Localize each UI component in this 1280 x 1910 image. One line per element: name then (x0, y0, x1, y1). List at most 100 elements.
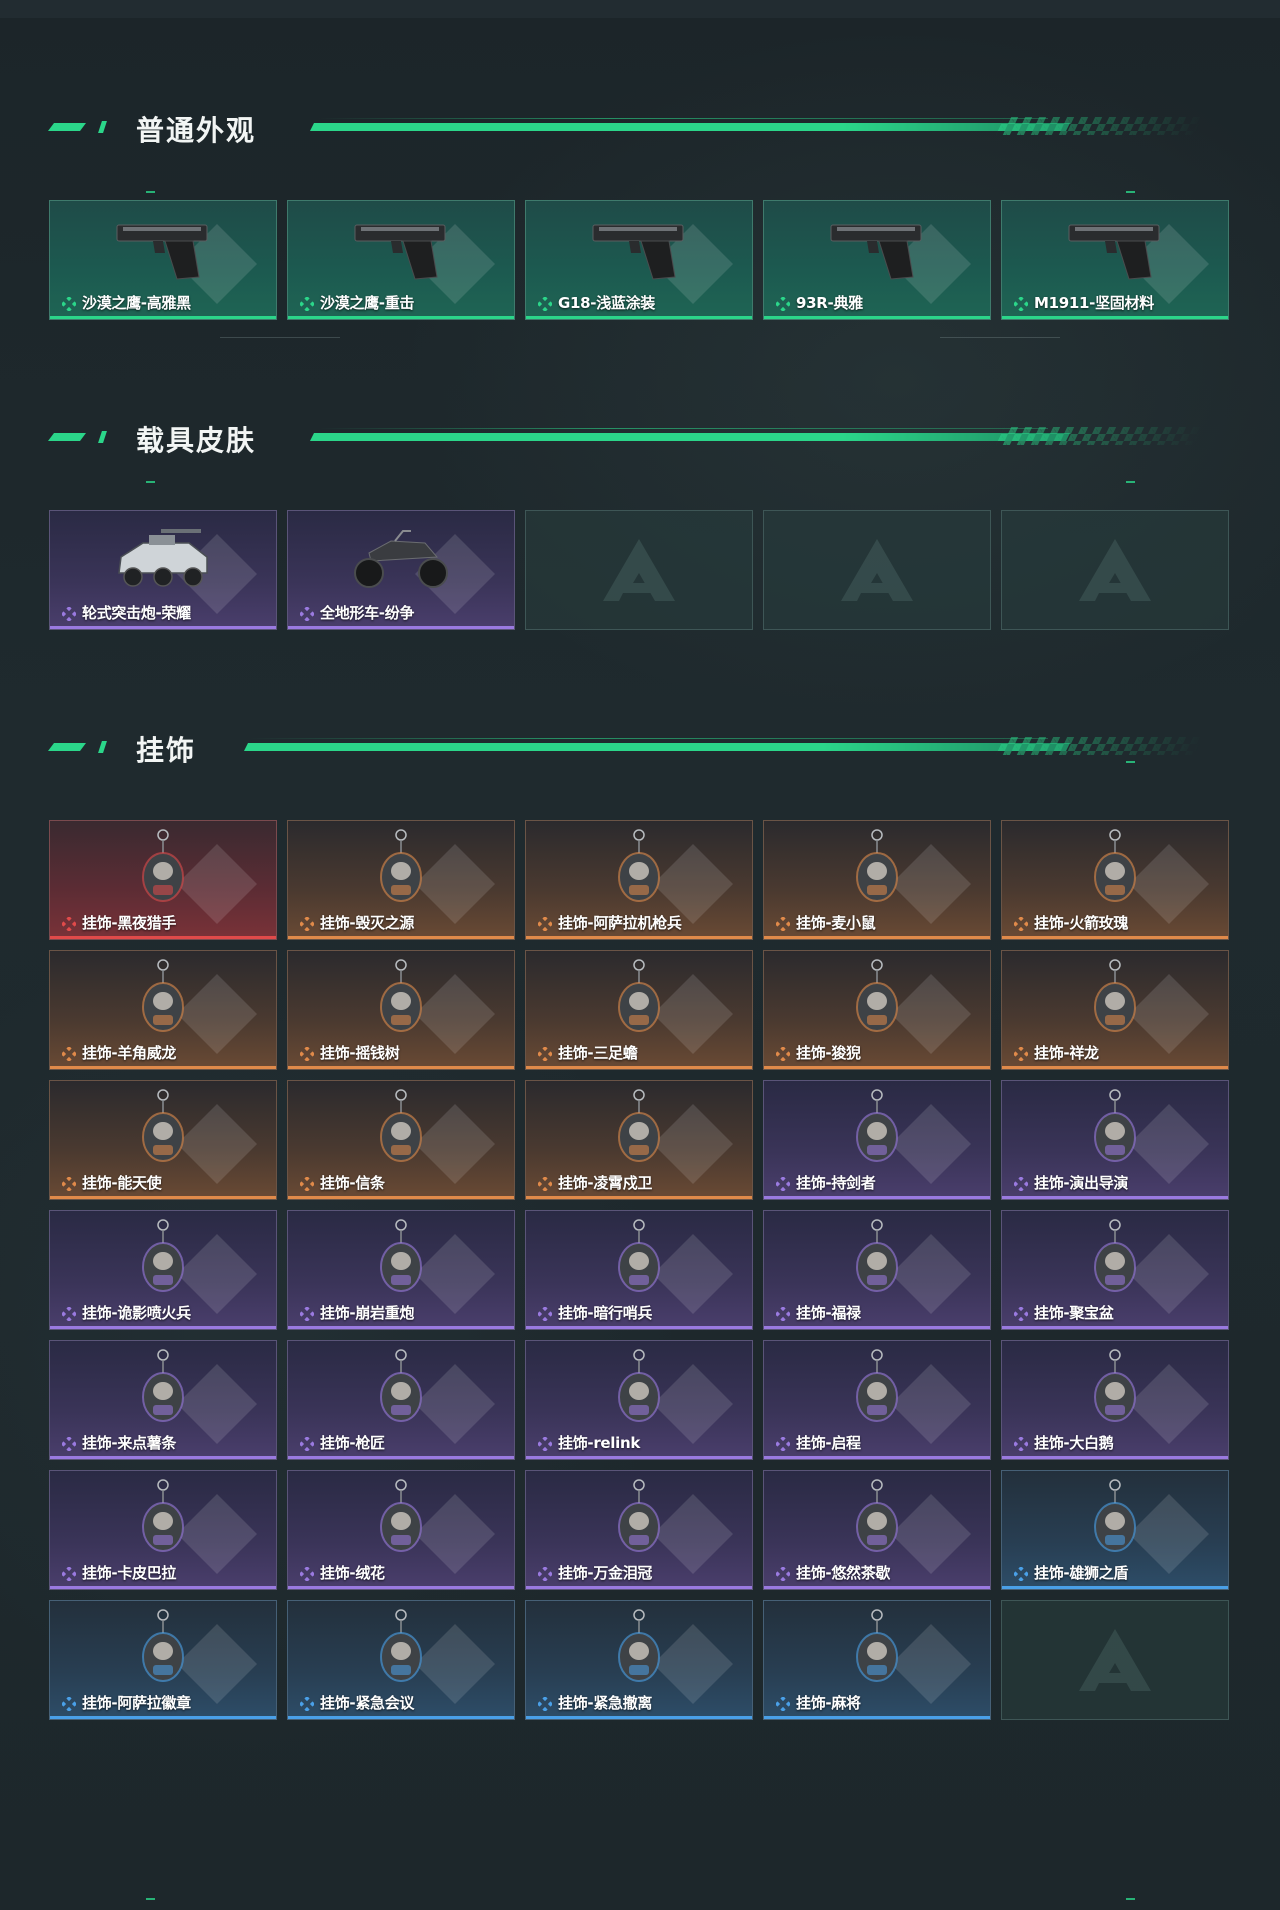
item-card[interactable]: M1911-坚固材料 (1001, 200, 1229, 320)
charm-icon (856, 1089, 898, 1162)
tick-mark (1126, 761, 1135, 763)
item-card[interactable]: 挂饰-麦小鼠 (763, 820, 991, 940)
section-header: 普通外观 (48, 107, 1205, 147)
item-card[interactable]: 挂饰-relink (525, 1340, 753, 1460)
item-card[interactable]: 挂饰-狻猊 (763, 950, 991, 1070)
rarity-stripe (526, 1196, 752, 1199)
item-card[interactable]: 挂饰-来点薯条 (49, 1340, 277, 1460)
rarity-stripe (50, 936, 276, 939)
rarity-diamond-icon (62, 1307, 76, 1321)
item-card[interactable]: 挂饰-能天使 (49, 1080, 277, 1200)
item-card[interactable]: 沙漠之鹰-重击 (287, 200, 515, 320)
rarity-stripe (764, 1586, 990, 1589)
charm-icon (380, 1349, 422, 1422)
item-label: 挂饰-羊角威龙 (82, 1044, 177, 1062)
charm-icon (1094, 1349, 1136, 1422)
item-card[interactable]: 挂饰-麻将 (763, 1600, 991, 1720)
rarity-stripe (288, 1456, 514, 1459)
empty-slot (1001, 510, 1229, 630)
item-card[interactable]: 挂饰-羊角威龙 (49, 950, 277, 1070)
item-card[interactable]: 挂饰-持剑者 (763, 1080, 991, 1200)
item-card[interactable]: 挂饰-火箭玫瑰 (1001, 820, 1229, 940)
item-label: 挂饰-狻猊 (796, 1044, 861, 1062)
item-card[interactable]: 挂饰-摇钱树 (287, 950, 515, 1070)
item-card[interactable]: 挂饰-枪匠 (287, 1340, 515, 1460)
rarity-diamond-icon (1014, 1177, 1028, 1191)
rarity-stripe (764, 1066, 990, 1069)
item-card[interactable]: 挂饰-紧急撤离 (525, 1600, 753, 1720)
item-card[interactable]: 挂饰-万金泪冠 (525, 1470, 753, 1590)
item-label: 挂饰-悠然茶歇 (796, 1564, 891, 1582)
item-card[interactable]: 挂饰-紧急会议 (287, 1600, 515, 1720)
charm-icon (142, 1609, 184, 1682)
item-card[interactable]: 挂饰-大白鹅 (1001, 1340, 1229, 1460)
item-card[interactable]: 轮式突击炮-荣耀 (49, 510, 277, 630)
item-card[interactable]: 挂饰-雄狮之盾 (1001, 1470, 1229, 1590)
item-card[interactable]: 挂饰-三足蟾 (525, 950, 753, 1070)
header-line (248, 738, 1048, 739)
item-label: 挂饰-崩岩重炮 (320, 1304, 415, 1322)
rarity-stripe (50, 1716, 276, 1719)
item-label: 沙漠之鹰-高雅黑 (82, 294, 191, 312)
item-label: 挂饰-枪匠 (320, 1434, 385, 1452)
rarity-diamond-icon (62, 1697, 76, 1711)
item-card[interactable]: 挂饰-祥龙 (1001, 950, 1229, 1070)
rarity-diamond-icon (62, 297, 76, 311)
item-card[interactable]: 93R-典雅 (763, 200, 991, 320)
item-card[interactable]: 挂饰-卡皮巴拉 (49, 1470, 277, 1590)
rarity-diamond-icon (538, 1047, 552, 1061)
section-title: 普通外观 (136, 114, 257, 147)
item-card[interactable]: 挂饰-聚宝盆 (1001, 1210, 1229, 1330)
item-label: 全地形车-纷争 (320, 604, 415, 622)
item-card[interactable]: 挂饰-信条 (287, 1080, 515, 1200)
item-card[interactable]: 全地形车-纷争 (287, 510, 515, 630)
item-card[interactable]: 挂饰-崩岩重炮 (287, 1210, 515, 1330)
header-line (318, 428, 1048, 429)
item-card[interactable]: 挂饰-阿萨拉徽章 (49, 1600, 277, 1720)
rarity-diamond-icon (538, 1567, 552, 1581)
rarity-stripe (764, 1716, 990, 1719)
rarity-diamond-icon (62, 1567, 76, 1581)
item-card[interactable]: 挂饰-诡影喷火兵 (49, 1210, 277, 1330)
charm-icon (1094, 1219, 1136, 1292)
divider (940, 337, 1060, 338)
item-card[interactable]: 挂饰-毁灭之源 (287, 820, 515, 940)
rarity-stripe (288, 316, 514, 319)
charm-icon (380, 1609, 422, 1682)
item-card[interactable]: 挂饰-启程 (763, 1340, 991, 1460)
rarity-stripe (526, 316, 752, 319)
rarity-stripe (764, 1456, 990, 1459)
rarity-stripe (764, 1196, 990, 1199)
item-label: 挂饰-演出导演 (1034, 1174, 1129, 1192)
section-title: 挂饰 (136, 734, 197, 767)
item-label: 挂饰-摇钱树 (320, 1044, 400, 1062)
item-label: 挂饰-来点薯条 (82, 1434, 177, 1452)
item-card[interactable]: 挂饰-暗行哨兵 (525, 1210, 753, 1330)
item-card[interactable]: 挂饰-演出导演 (1001, 1080, 1229, 1200)
item-card[interactable]: 挂饰-凌霄戍卫 (525, 1080, 753, 1200)
item-label: 挂饰-紧急撤离 (558, 1694, 653, 1712)
header-bar (310, 433, 1070, 441)
tick-mark (146, 191, 155, 193)
item-card[interactable]: 沙漠之鹰-高雅黑 (49, 200, 277, 320)
item-card[interactable]: G18-浅蓝涂装 (525, 200, 753, 320)
pistol-icon (592, 224, 684, 280)
logo-watermark-icon (1079, 539, 1151, 601)
empty-slot (525, 510, 753, 630)
rarity-diamond-icon (776, 1307, 790, 1321)
charm-icon (1094, 1089, 1136, 1162)
item-label: 挂饰-信条 (320, 1174, 385, 1192)
item-grid: 沙漠之鹰-高雅黑 沙漠之鹰-重击 G18-浅蓝涂装 93R-典雅 M1911-坚固材料 (49, 200, 1229, 320)
item-card[interactable]: 挂饰-福禄 (763, 1210, 991, 1330)
item-card[interactable]: 挂饰-绒花 (287, 1470, 515, 1590)
item-card[interactable]: 挂饰-阿萨拉机枪兵 (525, 820, 753, 940)
vehicle-icon (118, 529, 208, 587)
item-card[interactable]: 挂饰-悠然茶歇 (763, 1470, 991, 1590)
rarity-diamond-icon (1014, 917, 1028, 931)
item-card[interactable]: 挂饰-黑夜猎手 (49, 820, 277, 940)
charm-icon (618, 1609, 660, 1682)
rarity-diamond-icon (300, 607, 314, 621)
rarity-stripe (526, 1066, 752, 1069)
rarity-stripe (1002, 1066, 1228, 1069)
header-dash (48, 123, 86, 131)
